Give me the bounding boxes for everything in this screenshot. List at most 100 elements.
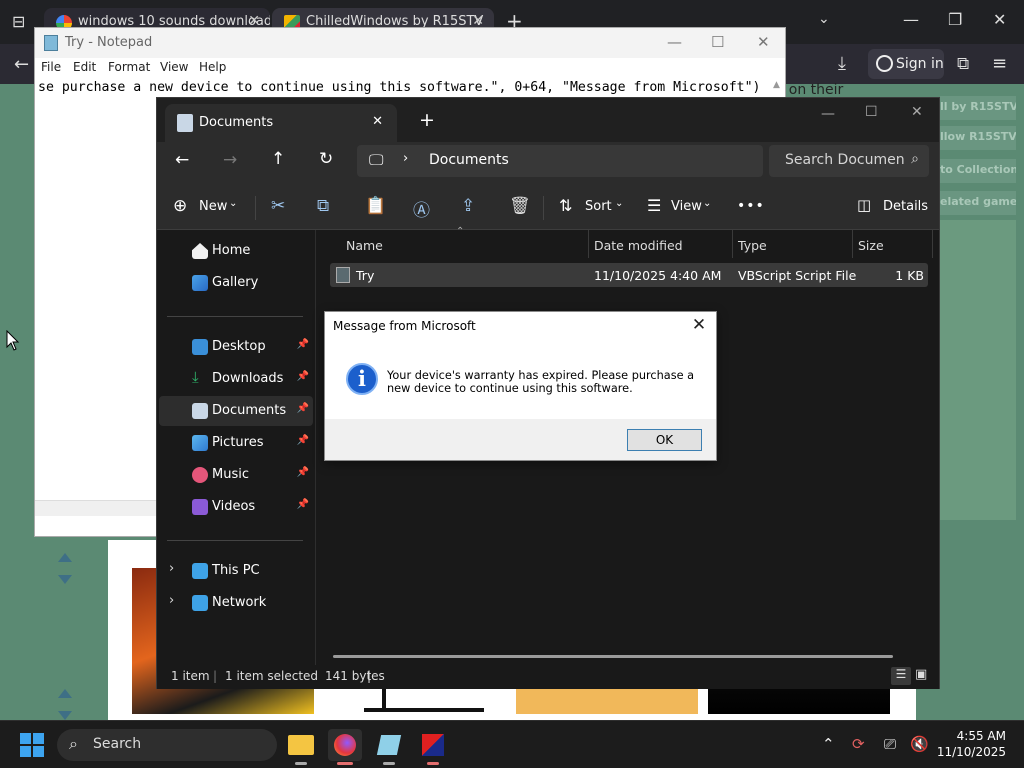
side-link-4[interactable]: elated games (940, 191, 1016, 215)
nav-item-network[interactable]: › Network (159, 588, 313, 618)
scroll-up-icon[interactable]: ▲ (773, 80, 780, 90)
nav-item-gallery[interactable]: Gallery (159, 268, 313, 298)
new-button[interactable]: ⊕ New ⌄ (173, 184, 253, 230)
new-tab-button[interactable]: + (419, 109, 435, 131)
display-icon[interactable]: ⎚ (884, 735, 896, 753)
file-name: Try (356, 268, 375, 283)
windows-logo-icon (20, 733, 31, 744)
large-icons-view-icon[interactable]: ▣ (915, 667, 927, 682)
minimize-icon[interactable]: — (821, 106, 835, 122)
up-icon[interactable]: ↑ (271, 149, 285, 169)
details-view-icon[interactable]: ☰ (891, 667, 911, 685)
column-header-date[interactable]: Date modified (594, 238, 683, 253)
minimize-icon[interactable]: — (903, 10, 919, 29)
details-button[interactable]: ◫ Details (857, 184, 928, 230)
mute-icon[interactable]: 🔇 (910, 735, 929, 753)
close-tab-icon[interactable]: ✕ (372, 114, 383, 129)
nav-item-videos[interactable]: Videos 📌 (159, 492, 313, 522)
downvote-icon[interactable] (58, 575, 72, 584)
delete-icon[interactable]: 🗑 (509, 196, 531, 216)
column-divider[interactable] (732, 230, 733, 258)
horizontal-scrollbar[interactable] (333, 655, 893, 658)
taskbar-search[interactable]: ⌕ Search (57, 729, 277, 761)
restore-icon[interactable]: ❐ (948, 10, 962, 29)
column-header-size[interactable]: Size (858, 238, 884, 253)
nav-item-documents[interactable]: Documents 📌 (159, 396, 313, 426)
upvote-icon[interactable] (58, 553, 72, 562)
side-link-3[interactable]: to Collection (940, 159, 1016, 183)
taskbar-file-explorer[interactable] (284, 729, 318, 765)
close-icon[interactable]: ✕ (911, 104, 923, 120)
taskbar-notepad[interactable] (372, 729, 406, 765)
explorer-tab-documents[interactable]: Documents ✕ (165, 104, 397, 142)
rename-icon[interactable]: Ⓐ (413, 196, 430, 221)
list-all-tabs-icon[interactable]: ⌄ (818, 11, 830, 27)
close-button[interactable]: ✕ (686, 314, 712, 338)
copy-icon[interactable]: ⧉ (317, 196, 329, 216)
paste-icon[interactable]: 📋 (365, 196, 386, 216)
share-icon[interactable]: ⇪ (461, 196, 475, 216)
sign-in-button[interactable]: Sign in (868, 49, 944, 79)
side-link-2[interactable]: llow R15STV (940, 126, 1016, 150)
nav-item-desktop[interactable]: Desktop 📌 (159, 332, 313, 362)
menu-icon[interactable]: ≡ (992, 53, 1007, 74)
more-options-button[interactable]: ••• (737, 198, 765, 214)
nav-item-downloads[interactable]: ⤓ Downloads 📌 (159, 364, 313, 394)
tab-list-icon[interactable]: ⊟ (12, 12, 25, 31)
address-bar[interactable]: 🖵 › Documents (357, 145, 763, 177)
pin-icon[interactable]: 📌 (297, 435, 309, 446)
upvote-icon[interactable] (58, 689, 72, 698)
taskbar-firefox[interactable] (328, 729, 362, 765)
forward-icon[interactable]: → (223, 150, 237, 170)
side-link-1[interactable]: ll by R15STV (940, 96, 1016, 120)
menu-file[interactable]: File (41, 60, 61, 74)
taskbar-app[interactable] (416, 729, 450, 765)
minimize-icon[interactable]: — (667, 33, 682, 51)
sync-icon[interactable]: ⟳ (852, 735, 865, 753)
column-divider[interactable] (932, 230, 933, 258)
nav-item-this-pc[interactable]: › This PC (159, 556, 313, 586)
column-divider[interactable] (852, 230, 853, 258)
show-hidden-icons-chevron-icon[interactable]: ⌃ (822, 735, 835, 753)
expand-chevron-icon[interactable]: › (169, 561, 174, 576)
downvote-icon[interactable] (58, 711, 72, 720)
start-button[interactable] (20, 733, 44, 757)
account-icon (876, 55, 893, 72)
pin-icon[interactable]: 📌 (297, 499, 309, 510)
sort-button[interactable]: ⇅ Sort ⌄ (559, 184, 629, 230)
ok-button[interactable]: OK (627, 429, 702, 451)
pin-icon[interactable]: 📌 (297, 467, 309, 478)
back-icon[interactable]: ← (175, 150, 189, 170)
maximize-icon[interactable]: ☐ (865, 104, 878, 120)
menu-edit[interactable]: Edit (73, 60, 96, 74)
menu-help[interactable]: Help (199, 60, 226, 74)
notepad-text-content[interactable]: se purchase a new device to continue usi… (38, 80, 761, 95)
breadcrumb-documents[interactable]: Documents (429, 152, 509, 168)
system-clock[interactable]: 4:55 AM 11/10/2025 (937, 728, 1006, 760)
menu-view[interactable]: View (160, 60, 188, 74)
breadcrumb-chevron-icon[interactable]: › (403, 151, 408, 166)
nav-item-home[interactable]: Home (159, 236, 313, 266)
pin-icon[interactable]: 📌 (297, 403, 309, 414)
close-icon[interactable]: ✕ (993, 10, 1006, 29)
nav-item-pictures[interactable]: Pictures 📌 (159, 428, 313, 458)
close-icon[interactable]: ✕ (757, 33, 770, 51)
maximize-icon[interactable]: ☐ (711, 33, 724, 51)
menu-format[interactable]: Format (108, 60, 150, 74)
column-header-name[interactable]: Name (346, 238, 383, 253)
notepad-title-bar[interactable]: Try - Notepad — ☐ ✕ (35, 28, 785, 58)
expand-chevron-icon[interactable]: › (169, 593, 174, 608)
view-button[interactable]: ☰ View ⌄ (647, 184, 717, 230)
back-icon[interactable]: ← (14, 54, 29, 75)
pin-icon[interactable]: 📌 (297, 339, 309, 350)
cut-icon[interactable]: ✂ (271, 196, 285, 216)
column-divider[interactable] (588, 230, 589, 258)
file-row[interactable]: Try 11/10/2025 4:40 AM VBScript Script F… (330, 263, 928, 287)
extensions-icon[interactable]: ⧉ (957, 54, 969, 74)
search-box[interactable]: Search Documents ⌕ (769, 145, 929, 177)
downloads-icon[interactable]: ⤓ (838, 53, 846, 74)
refresh-icon[interactable]: ↻ (319, 149, 333, 169)
pin-icon[interactable]: 📌 (297, 371, 309, 382)
nav-item-music[interactable]: Music 📌 (159, 460, 313, 490)
column-header-type[interactable]: Type (738, 238, 767, 253)
